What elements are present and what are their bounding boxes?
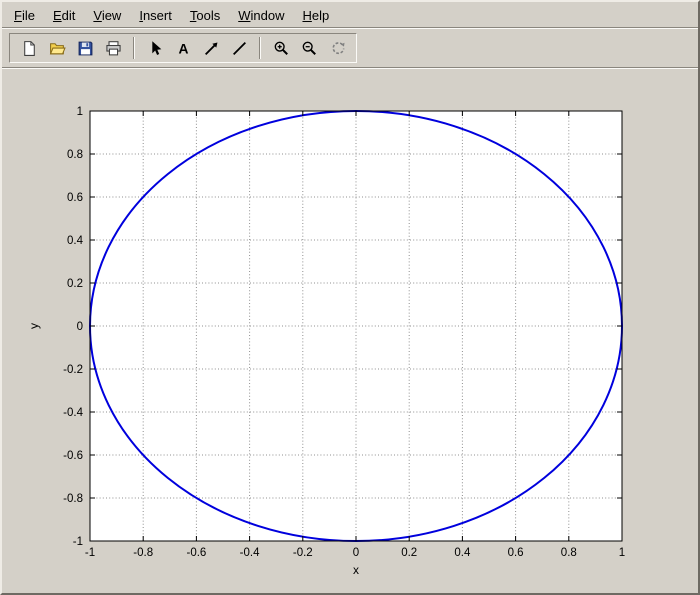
y-tick-label: -1 [73,536,83,548]
plot-svg[interactable]: -1 -0.8 -0.6 -0.4 -0.2 0 0.2 0.4 0.6 0.8 1 -1 -0.8 -0… [18,93,642,587]
add-arrow-button[interactable] [198,35,224,61]
print-figure-button[interactable] [100,35,126,61]
y-tick-label: 0.6 [67,192,83,204]
new-document-icon [21,40,38,57]
selection-button[interactable] [142,35,168,61]
menu-item-edit[interactable]: Edit [53,8,75,23]
figure-window: File Edit View Insert Tools Window Help A -1 -0… [0,0,700,595]
x-tick-label: -1 [85,547,95,559]
x-tick-label: 0.8 [561,547,577,559]
menu-item-insert[interactable]: Insert [139,8,172,23]
rotate-3d-button[interactable] [324,35,350,61]
x-tick-label: 0.2 [401,547,417,559]
x-tick-label: -0.8 [133,547,153,559]
save-figure-button[interactable] [72,35,98,61]
arrow-annotation-icon [203,40,220,57]
y-tick-label: 1 [77,106,83,118]
x-tick-label: 0.6 [508,547,524,559]
zoom-out-button[interactable] [296,35,322,61]
y-axis-label: y [27,323,41,329]
x-tick-label: -0.2 [293,547,313,559]
x-axis-label: x [353,563,359,577]
svg-text:A: A [178,40,188,56]
y-tick-label: -0.6 [63,450,83,462]
menu-item-window[interactable]: Window [238,8,284,23]
open-file-button[interactable] [44,35,70,61]
line-annotation-icon [231,40,248,57]
x-tick-label: 1 [619,547,625,559]
rotate-3d-icon [329,40,346,57]
menu-bar: File Edit View Insert Tools Window Help [2,2,698,27]
y-tick-label: -0.8 [63,493,83,505]
y-tick-label: 0.8 [67,149,83,161]
zoom-out-icon [301,40,318,57]
y-tick-label: 0.2 [67,278,83,290]
toolbar: A [2,29,698,67]
zoom-in-icon [273,40,290,57]
x-tick-label: 0 [353,547,359,559]
figure-canvas[interactable]: -1 -0.8 -0.6 -0.4 -0.2 0 0.2 0.4 0.6 0.8 1 -1 -0.8 -0… [2,69,698,593]
y-tick-label: -0.4 [63,407,83,419]
menu-item-tools[interactable]: Tools [190,8,220,23]
y-tick-label: -0.2 [63,364,83,376]
toolbar-separator [133,37,135,59]
add-text-button[interactable]: A [170,35,196,61]
zoom-in-button[interactable] [268,35,294,61]
toolbar-separator [259,37,261,59]
toolbar-buttons: A [9,33,357,63]
menu-item-view[interactable]: View [93,8,121,23]
open-folder-icon [49,40,66,57]
save-icon [77,40,94,57]
add-line-button[interactable] [226,35,252,61]
menu-item-help[interactable]: Help [302,8,329,23]
arrow-cursor-icon [147,40,164,57]
x-tick-label: -0.6 [186,547,206,559]
x-tick-label: 0.4 [454,547,471,559]
print-icon [105,40,122,57]
text-a-icon: A [175,40,192,57]
new-figure-button[interactable] [16,35,42,61]
y-tick-label: 0.4 [67,235,84,247]
y-tick-label: 0 [77,321,83,333]
menu-item-file[interactable]: File [14,8,35,23]
x-tick-label: -0.4 [240,547,260,559]
